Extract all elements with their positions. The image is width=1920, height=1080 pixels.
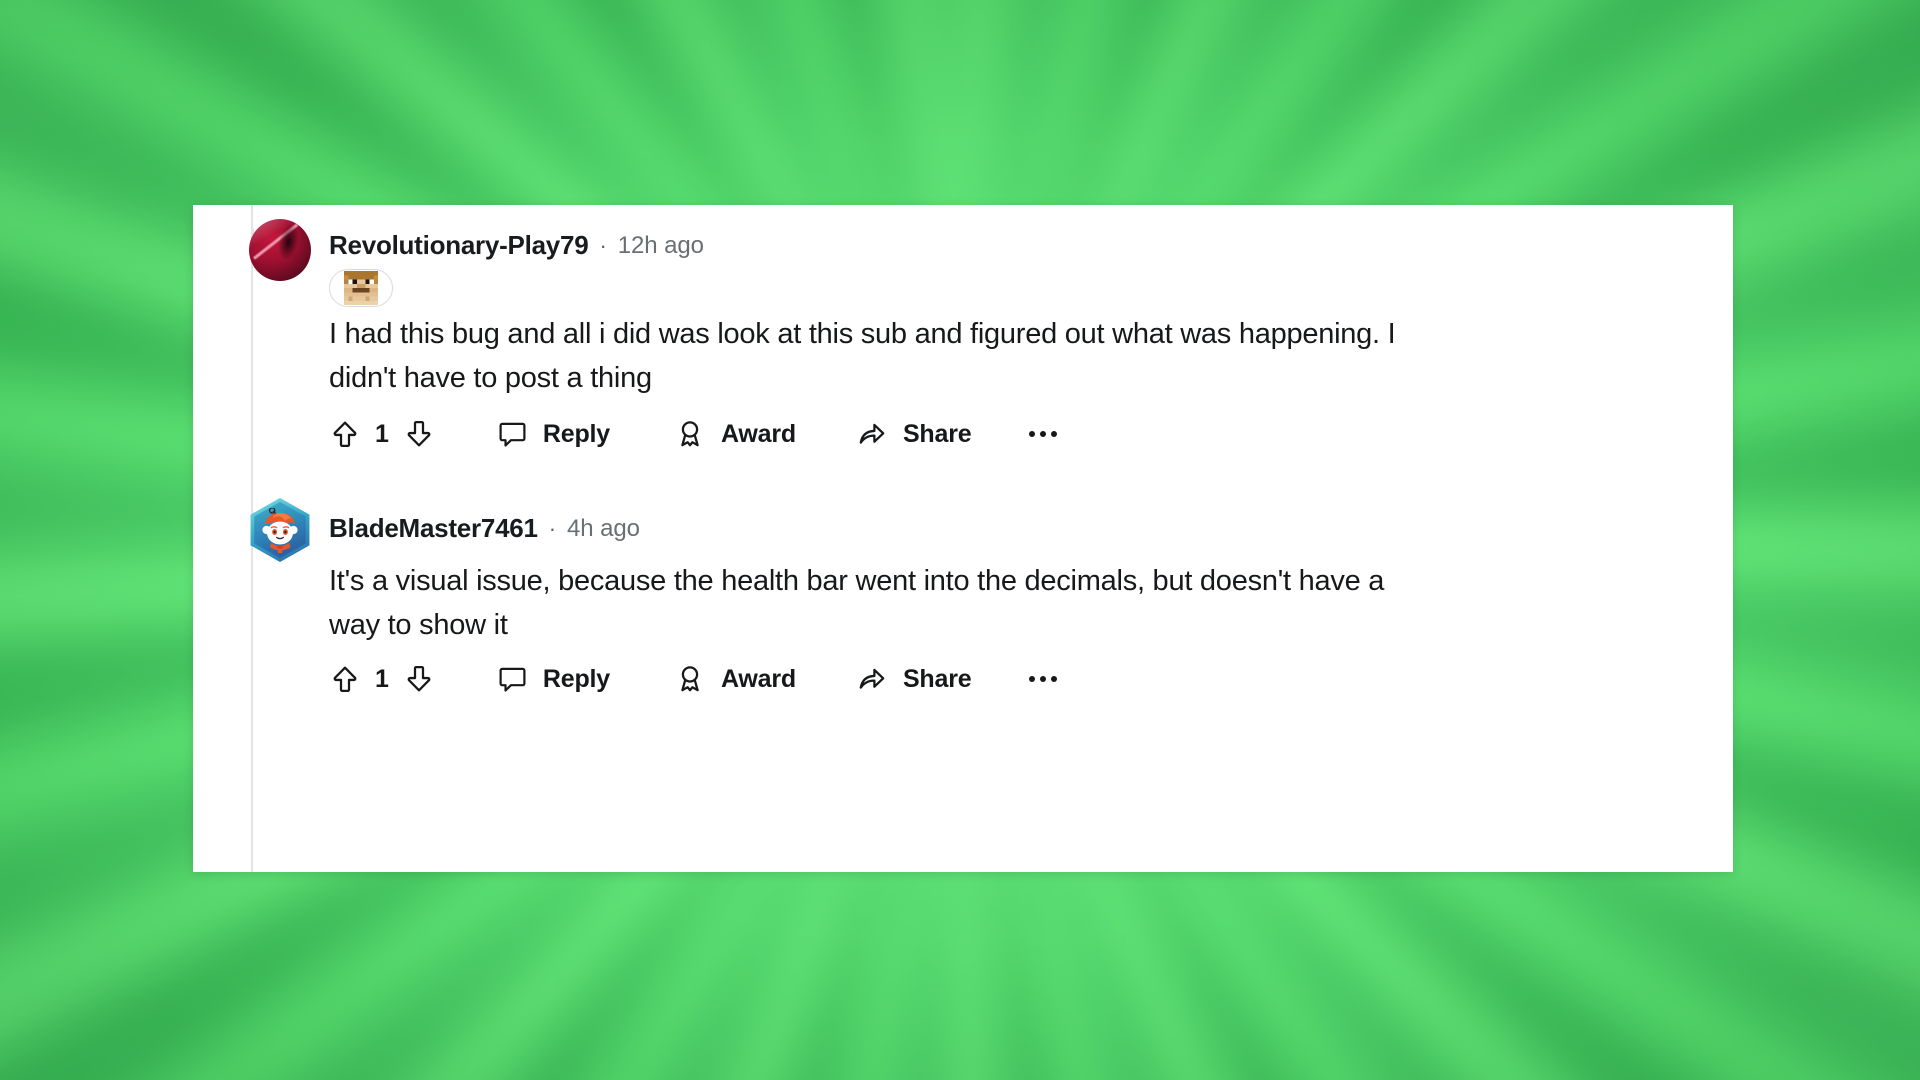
comment-author-username[interactable]: BladeMaster7461	[329, 513, 538, 544]
reply-label: Reply	[542, 419, 610, 448]
comment-bubble-icon	[499, 422, 526, 447]
comment-meta: BladeMaster7461 · 4h ago	[329, 513, 640, 544]
avatar[interactable]	[248, 498, 312, 562]
more-options-icon	[1040, 431, 1047, 437]
avatar[interactable]	[249, 219, 311, 281]
reply-label: Reply	[542, 664, 610, 693]
downvote-arrow-icon	[407, 421, 431, 447]
vote-count: 1	[375, 664, 389, 693]
comment-body-text: I had this bug and all i did was look at…	[329, 318, 1396, 394]
comment-action-bar: 1 Reply Award Share	[329, 418, 1058, 450]
clipped-previous-action-row: Reply Award Share	[193, 205, 1733, 227]
comment-timestamp: 12h ago	[617, 231, 704, 259]
comment-action-bar: 1 Reply Award Share	[329, 663, 1058, 695]
comment-bubble-icon	[499, 667, 526, 692]
reply-button[interactable]: Reply	[497, 419, 610, 450]
upvote-button[interactable]	[329, 418, 361, 450]
more-options-icon	[1029, 676, 1036, 682]
more-options-icon	[1029, 431, 1036, 437]
comment-timestamp: 4h ago	[567, 514, 640, 542]
vote-count: 1	[375, 419, 389, 448]
award-button[interactable]: Award	[674, 418, 796, 450]
upvote-arrow-icon	[333, 666, 357, 692]
share-label: Share	[902, 419, 972, 448]
upvote-arrow-icon	[333, 421, 357, 447]
share-label: Share	[902, 664, 972, 693]
award-label: Award	[721, 664, 796, 693]
comment-body-text: It's a visual issue, because the health …	[329, 565, 1385, 641]
share-button[interactable]: Share	[856, 418, 972, 450]
user-flair-badge[interactable]	[329, 269, 393, 307]
more-options-icon	[1040, 676, 1047, 682]
comment-meta: Revolutionary-Play79 · 12h ago	[329, 230, 704, 261]
award-button[interactable]: Award	[674, 663, 796, 695]
downvote-arrow-icon	[407, 666, 431, 692]
share-button[interactable]: Share	[856, 663, 972, 695]
meta-separator: ·	[548, 515, 557, 541]
vote-group: 1	[329, 663, 435, 695]
more-options-icon	[1051, 676, 1058, 682]
more-options-button[interactable]	[1029, 676, 1058, 682]
upvote-button[interactable]	[329, 663, 361, 695]
meta-separator: ·	[599, 232, 607, 258]
comment-card: Reply Award Share Revolutionary-Play79 ·…	[193, 205, 1733, 872]
reply-button[interactable]: Reply	[497, 664, 610, 695]
red-photo-avatar-image	[249, 219, 311, 281]
downvote-button[interactable]	[403, 663, 435, 695]
snoo-icon	[262, 508, 298, 554]
more-options-button[interactable]	[1029, 431, 1058, 437]
award-medal-icon	[681, 421, 699, 447]
share-arrow-icon	[859, 668, 885, 689]
comment-author-username[interactable]: Revolutionary-Play79	[329, 230, 589, 261]
more-options-icon	[1051, 431, 1058, 437]
vote-group: 1	[329, 418, 435, 450]
share-arrow-icon	[859, 423, 885, 444]
downvote-button[interactable]	[403, 418, 435, 450]
award-label: Award	[721, 419, 796, 448]
minecraft-pixel-face-icon	[344, 271, 378, 305]
hexagon-snoo-avatar-image	[248, 498, 312, 562]
award-medal-icon	[681, 666, 699, 692]
